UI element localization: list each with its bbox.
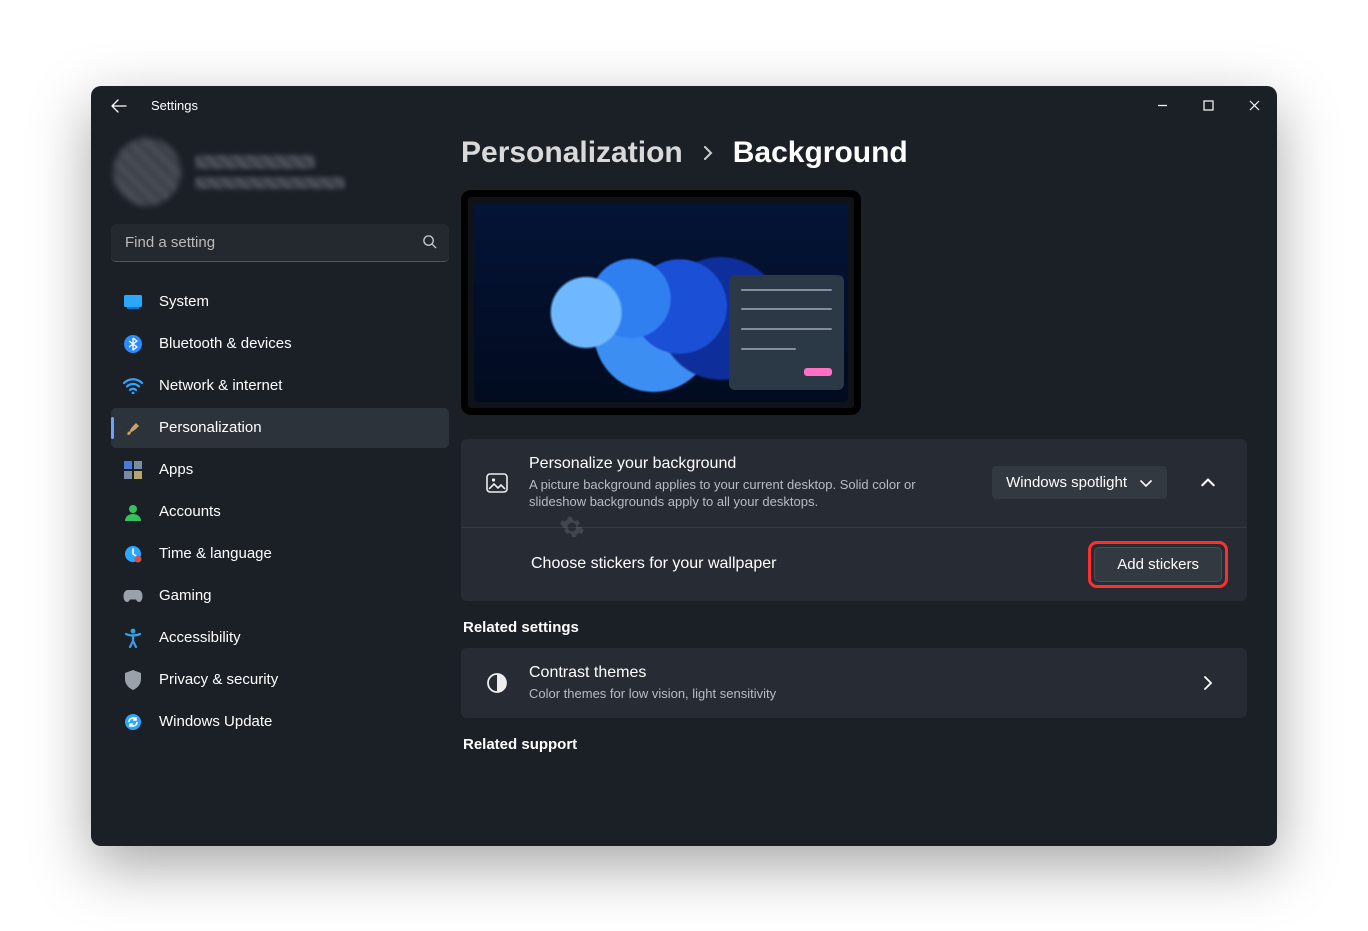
sidebar: System Bluetooth & devices Network & int… — [91, 126, 461, 846]
breadcrumb-parent[interactable]: Personalization — [461, 136, 683, 170]
sidebar-item-accessibility[interactable]: Accessibility — [111, 618, 449, 658]
personalize-card: Personalize your background A picture ba… — [461, 439, 1247, 601]
apps-icon — [123, 460, 143, 480]
system-icon — [123, 292, 143, 312]
background-type-dropdown[interactable]: Windows spotlight — [992, 466, 1167, 499]
sidebar-item-accounts[interactable]: Accounts — [111, 492, 449, 532]
avatar — [113, 138, 181, 206]
breadcrumb-current: Background — [733, 136, 908, 170]
sidebar-item-label: Windows Update — [159, 713, 272, 730]
preview-sample-window — [729, 275, 844, 390]
chevron-up-icon — [1200, 475, 1216, 491]
update-icon — [123, 712, 143, 732]
sidebar-item-system[interactable]: System — [111, 282, 449, 322]
close-icon — [1249, 100, 1260, 111]
related-support-heading: Related support — [463, 736, 1247, 753]
profile-text — [195, 155, 345, 189]
sidebar-item-personalization[interactable]: Personalization — [111, 408, 449, 448]
sidebar-item-label: System — [159, 293, 209, 310]
personalize-title: Personalize your background — [529, 455, 974, 473]
sidebar-item-update[interactable]: Windows Update — [111, 702, 449, 742]
chevron-right-icon — [1201, 676, 1215, 690]
contrast-title: Contrast themes — [529, 664, 1167, 682]
back-button[interactable] — [99, 86, 139, 126]
contrast-themes-card[interactable]: Contrast themes Color themes for low vis… — [461, 648, 1247, 719]
sidebar-item-network[interactable]: Network & internet — [111, 366, 449, 406]
sidebar-item-label: Network & internet — [159, 377, 282, 394]
user-profile[interactable] — [113, 138, 449, 206]
privacy-icon — [123, 670, 143, 690]
window-controls — [1139, 86, 1277, 126]
contrast-desc: Color themes for low vision, light sensi… — [529, 685, 959, 703]
sidebar-item-label: Accessibility — [159, 629, 241, 646]
stickers-row: Choose stickers for your wallpaper Add s… — [461, 527, 1247, 601]
gaming-icon — [123, 586, 143, 606]
accounts-icon — [123, 502, 143, 522]
content-pane[interactable]: Personalization Background — [461, 126, 1277, 846]
search-box — [111, 224, 449, 262]
wifi-icon — [123, 376, 143, 396]
picture-icon — [483, 471, 511, 495]
chevron-right-icon — [701, 146, 715, 160]
collapse-section-button[interactable] — [1191, 466, 1225, 500]
open-contrast-button[interactable] — [1191, 666, 1225, 700]
sidebar-item-gaming[interactable]: Gaming — [111, 576, 449, 616]
time-icon — [123, 544, 143, 564]
sidebar-item-label: Bluetooth & devices — [159, 335, 292, 352]
minimize-icon — [1157, 100, 1168, 111]
personalize-row: Personalize your background A picture ba… — [461, 439, 1247, 527]
sidebar-item-label: Apps — [159, 461, 193, 478]
contrast-icon — [483, 672, 511, 694]
maximize-button[interactable] — [1185, 86, 1231, 126]
stickers-title: Choose stickers for your wallpaper — [531, 555, 1073, 573]
sidebar-item-time[interactable]: Time & language — [111, 534, 449, 574]
profile-email-redacted — [195, 177, 345, 189]
related-settings-heading: Related settings — [463, 619, 1247, 636]
profile-name-redacted — [195, 155, 315, 169]
minimize-button[interactable] — [1139, 86, 1185, 126]
sidebar-item-apps[interactable]: Apps — [111, 450, 449, 490]
settings-window: Settings — [91, 86, 1277, 846]
chevron-down-icon — [1139, 476, 1153, 490]
personalize-desc: A picture background applies to your cur… — [529, 476, 959, 511]
add-stickers-button[interactable]: Add stickers — [1094, 547, 1222, 582]
sidebar-item-privacy[interactable]: Privacy & security — [111, 660, 449, 700]
sidebar-item-label: Accounts — [159, 503, 221, 520]
search-icon[interactable] — [422, 234, 437, 252]
background-preview — [461, 190, 861, 415]
arrow-left-icon — [111, 98, 127, 114]
sidebar-item-label: Privacy & security — [159, 671, 278, 688]
search-input[interactable] — [111, 224, 449, 262]
annotation-highlight: Add stickers — [1091, 544, 1225, 585]
nav-list: System Bluetooth & devices Network & int… — [111, 282, 449, 742]
titlebar: Settings — [91, 86, 1277, 126]
sidebar-item-label: Time & language — [159, 545, 272, 562]
sidebar-item-label: Gaming — [159, 587, 212, 604]
bluetooth-icon — [123, 334, 143, 354]
dropdown-value: Windows spotlight — [1006, 474, 1127, 491]
window-title: Settings — [151, 98, 198, 113]
accessibility-icon — [123, 628, 143, 648]
close-button[interactable] — [1231, 86, 1277, 126]
brush-icon — [123, 418, 143, 438]
breadcrumb: Personalization Background — [461, 136, 1247, 170]
maximize-icon — [1203, 100, 1214, 111]
sidebar-item-bluetooth[interactable]: Bluetooth & devices — [111, 324, 449, 364]
sidebar-item-label: Personalization — [159, 419, 262, 436]
